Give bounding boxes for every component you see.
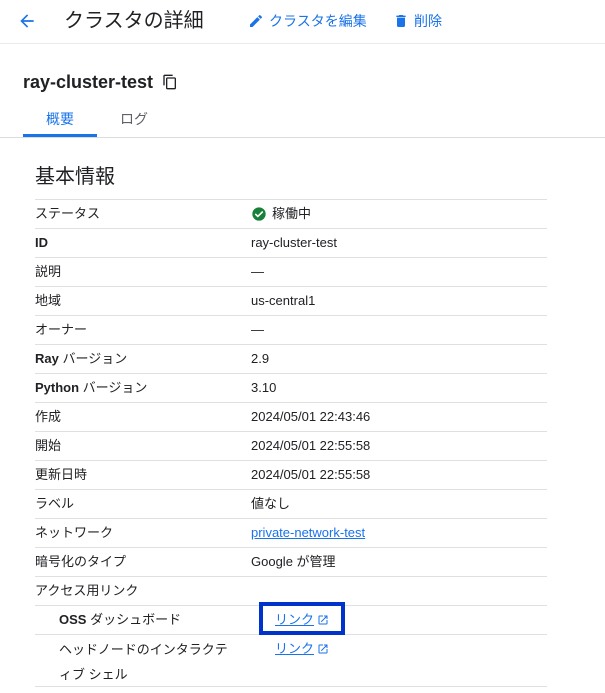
head-node-shell-value: リンク bbox=[275, 635, 329, 663]
back-button[interactable] bbox=[14, 8, 40, 34]
arrow-back-icon bbox=[20, 14, 34, 28]
head-node-shell-link-text: リンク bbox=[275, 641, 315, 656]
labels-value: 値なし bbox=[251, 496, 291, 511]
ray-version-value: 2.9 bbox=[251, 351, 270, 366]
copy-icon bbox=[163, 74, 176, 90]
row-owner: オーナー — bbox=[35, 315, 547, 344]
row-status: ステータス 稼働中 bbox=[35, 199, 547, 228]
details-table: ステータス 稼働中 ID ray-cluster-test 説明 — 地域 us… bbox=[35, 199, 547, 687]
row-updated: 更新日時 2024/05/01 22:55:58 bbox=[35, 460, 547, 489]
top-bar: クラスタの詳細 クラスタを編集 削除 bbox=[0, 0, 605, 42]
network-link[interactable]: private-network-test bbox=[251, 519, 365, 547]
updated-value: 2024/05/01 22:55:58 bbox=[251, 467, 371, 482]
row-network: ネットワーク private-network-test bbox=[35, 518, 547, 547]
region-label: 地域 bbox=[35, 293, 62, 308]
oss-dashboard-label: OSS ダッシュボード bbox=[59, 606, 181, 634]
python-version-label: Python バージョン bbox=[35, 374, 147, 402]
network-value: private-network-test bbox=[251, 519, 365, 547]
encryption-label: 暗号化のタイプ bbox=[35, 554, 127, 569]
oss-dashboard-label-rest: ダッシュボード bbox=[86, 612, 182, 627]
edit-cluster-button[interactable]: クラスタを編集 bbox=[248, 11, 367, 31]
edit-cluster-label: クラスタを編集 bbox=[269, 13, 367, 29]
python-version-value: 3.10 bbox=[251, 380, 277, 395]
created-label: 作成 bbox=[35, 409, 62, 424]
updated-label: 更新日時 bbox=[35, 467, 88, 482]
region-value: us-central1 bbox=[251, 293, 316, 308]
description-value: — bbox=[251, 264, 264, 279]
owner-value: — bbox=[251, 322, 264, 337]
id-label-text: ID bbox=[35, 235, 48, 250]
ray-version-label-bold: Ray bbox=[35, 351, 59, 366]
copy-button[interactable] bbox=[160, 72, 180, 92]
created-value: 2024/05/01 22:43:46 bbox=[251, 409, 371, 424]
top-bar-divider bbox=[0, 43, 605, 44]
row-ray-version: Ray バージョン 2.9 bbox=[35, 344, 547, 373]
started-value: 2024/05/01 22:55:58 bbox=[251, 438, 371, 453]
row-oss-dashboard: OSS ダッシュボード リンク bbox=[35, 605, 547, 634]
started-label: 開始 bbox=[35, 438, 62, 453]
tab-logs[interactable]: ログ bbox=[107, 102, 161, 136]
row-started: 開始 2024/05/01 22:55:58 bbox=[35, 431, 547, 460]
check-circle-icon bbox=[251, 206, 267, 222]
status-text: 稼働中 bbox=[272, 206, 312, 221]
row-created: 作成 2024/05/01 22:43:46 bbox=[35, 402, 547, 431]
open-in-new-icon bbox=[318, 644, 328, 654]
row-head-node-shell: ヘッドノードのインタラクティブ シェル リンク bbox=[35, 634, 547, 687]
section-title: 基本情報 bbox=[35, 166, 115, 188]
network-label: ネットワーク bbox=[35, 525, 114, 540]
row-description: 説明 — bbox=[35, 257, 547, 286]
access-links-label: アクセス用リンク bbox=[35, 583, 139, 598]
cluster-name: ray-cluster-test bbox=[23, 72, 154, 92]
oss-dashboard-link[interactable]: リンク bbox=[275, 606, 329, 634]
id-label: ID bbox=[35, 229, 48, 257]
ray-version-label-rest: バージョン bbox=[58, 351, 128, 366]
labels-label: ラベル bbox=[35, 496, 75, 511]
python-version-label-bold: Python bbox=[35, 380, 80, 395]
status-value: 稼働中 bbox=[251, 200, 311, 228]
oss-dashboard-value: リンク bbox=[275, 606, 329, 634]
open-in-new-icon bbox=[318, 615, 328, 625]
row-region: 地域 us-central1 bbox=[35, 286, 547, 315]
tab-overview[interactable]: 概要 bbox=[23, 102, 97, 137]
ray-version-label: Ray バージョン bbox=[35, 345, 127, 373]
delete-button[interactable]: 削除 bbox=[393, 11, 442, 31]
tabs-divider bbox=[0, 137, 605, 138]
head-node-shell-label: ヘッドノードのインタラクティブ シェル bbox=[59, 642, 228, 682]
owner-label: オーナー bbox=[35, 322, 88, 337]
pencil-icon bbox=[250, 14, 263, 27]
status-label: ステータス bbox=[35, 206, 101, 221]
id-value: ray-cluster-test bbox=[251, 235, 337, 250]
oss-dashboard-link-text: リンク bbox=[275, 612, 315, 627]
row-encryption: 暗号化のタイプ Google が管理 bbox=[35, 547, 547, 576]
delete-label: 削除 bbox=[414, 13, 442, 29]
row-labels: ラベル 値なし bbox=[35, 489, 547, 518]
row-id: ID ray-cluster-test bbox=[35, 228, 547, 257]
row-access-links: アクセス用リンク bbox=[35, 576, 547, 605]
head-node-shell-link[interactable]: リンク bbox=[275, 635, 329, 663]
page-title: クラスタの詳細 bbox=[64, 10, 204, 32]
description-label: 説明 bbox=[35, 264, 62, 279]
python-version-label-rest: バージョン bbox=[79, 380, 148, 395]
trash-icon bbox=[396, 15, 406, 27]
encryption-value: Google が管理 bbox=[251, 554, 336, 569]
oss-dashboard-label-bold: OSS bbox=[59, 612, 87, 627]
row-python-version: Python バージョン 3.10 bbox=[35, 373, 547, 402]
